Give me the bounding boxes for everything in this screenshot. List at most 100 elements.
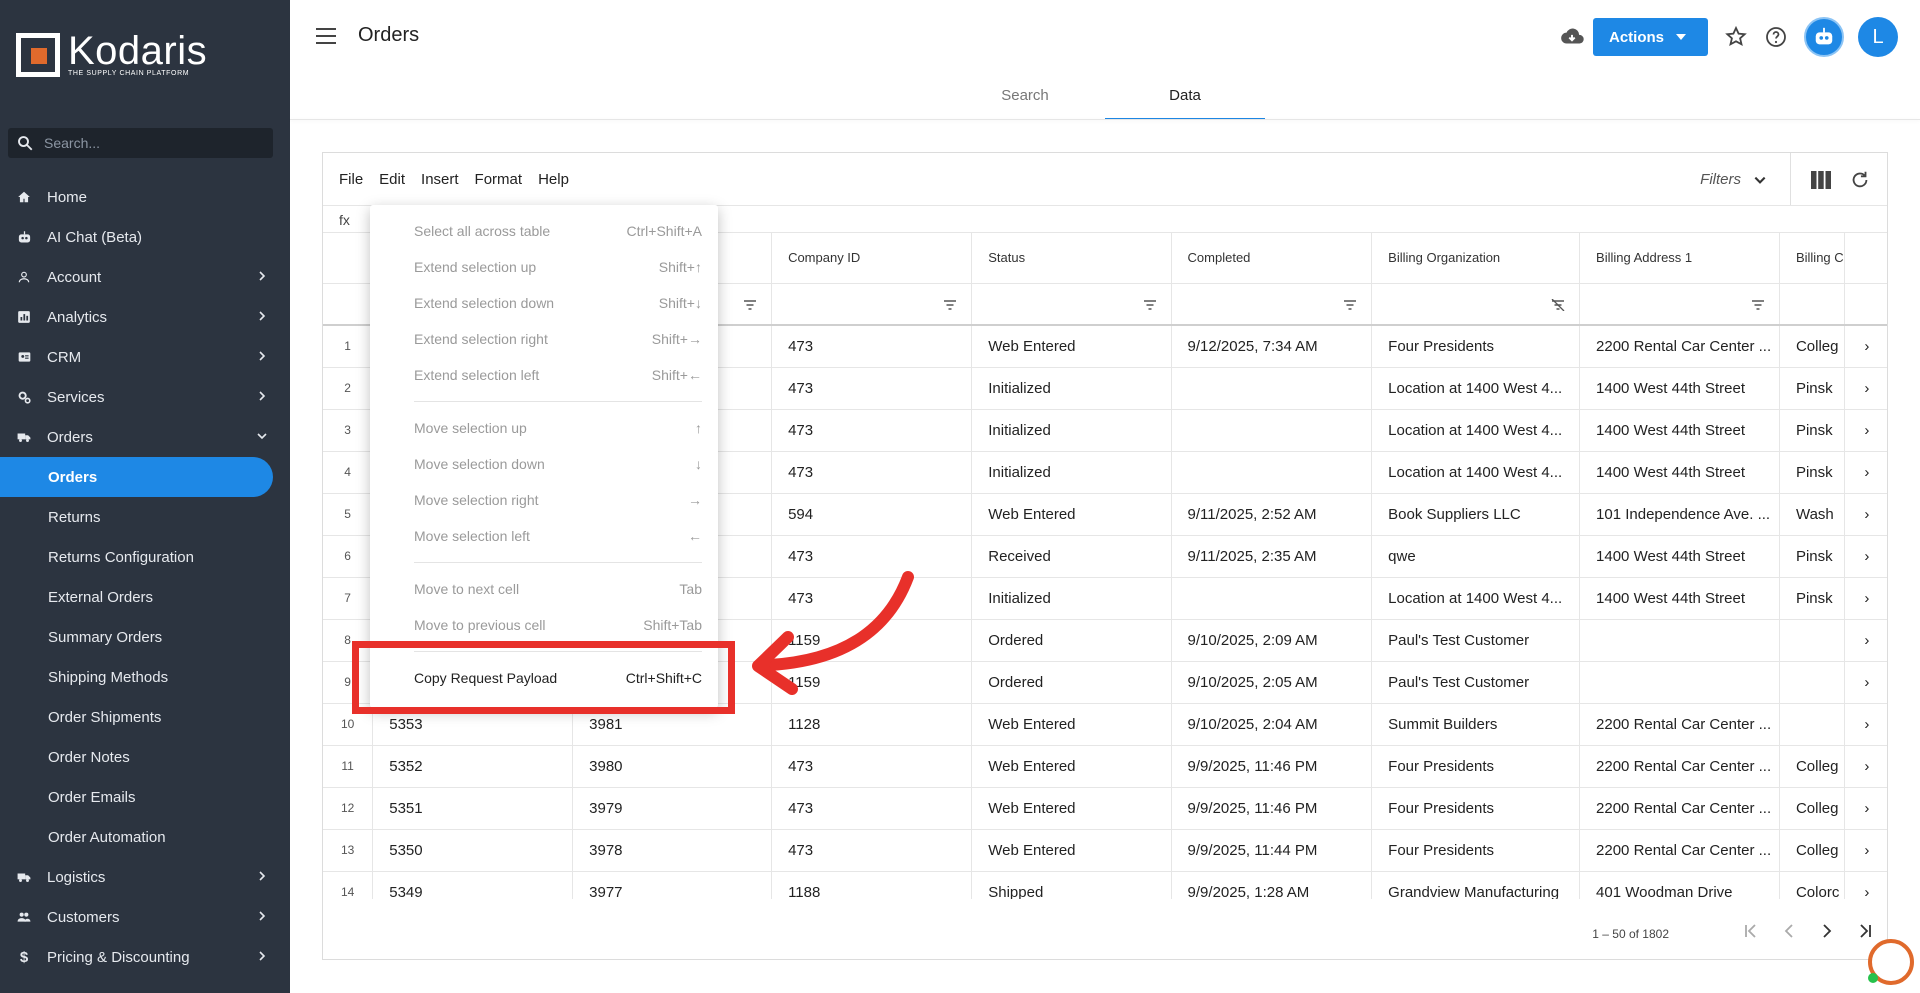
sidebar-subitem-summary-orders[interactable]: Summary Orders	[0, 617, 290, 657]
menu-item-select-all[interactable]: Select all across table Ctrl+Shift+A	[370, 213, 718, 249]
sidebar-item-logistics[interactable]: Logistics	[0, 857, 290, 897]
column-header-status[interactable]: Status	[971, 233, 1172, 284]
user-avatar[interactable]: L	[1858, 17, 1898, 57]
columns-icon[interactable]	[1811, 171, 1831, 189]
kodaris-logo[interactable]: Kodaris THE SUPPLY CHAIN PLATFORM	[16, 31, 207, 77]
caret-down-icon	[1676, 34, 1686, 40]
menu-item-extend-left[interactable]: Extend selection left Shift+←	[370, 357, 718, 393]
row-open-chevron-icon[interactable]: ›	[1844, 451, 1887, 494]
row-open-chevron-icon[interactable]: ›	[1844, 703, 1887, 746]
page-title: Orders	[358, 24, 420, 46]
row-open-chevron-icon[interactable]: ›	[1844, 871, 1887, 899]
robot-icon	[16, 229, 32, 245]
last-page-icon[interactable]	[1857, 923, 1873, 939]
table-row[interactable]: 11 5352 3980 473 Web Entered 9/9/2025, 11:46 …	[323, 745, 1887, 788]
refresh-icon[interactable]	[1849, 169, 1871, 191]
filter-icon[interactable]	[1751, 299, 1765, 311]
menu-item-move-down[interactable]: Move selection down ↓	[370, 446, 718, 482]
support-chat-bubble[interactable]	[1868, 939, 1914, 985]
filter-icon[interactable]	[1343, 299, 1357, 311]
row-open-chevron-icon[interactable]: ›	[1844, 577, 1887, 620]
menu-insert[interactable]: Insert	[421, 171, 459, 188]
row-open-chevron-icon[interactable]: ›	[1844, 493, 1887, 536]
sidebar-subitem-order-emails[interactable]: Order Emails	[0, 777, 290, 817]
column-header-billing-organization[interactable]: Billing Organization	[1371, 233, 1581, 284]
filters-dropdown[interactable]: Filters	[1700, 171, 1767, 188]
row-open-chevron-icon[interactable]: ›	[1844, 535, 1887, 578]
menu-item-previous-cell[interactable]: Move to previous cell Shift+Tab	[370, 607, 718, 643]
table-row[interactable]: 12 5351 3979 473 Web Entered 9/9/2025, 11:46 …	[323, 787, 1887, 830]
sidebar-subitem-order-automation[interactable]: Order Automation	[0, 817, 290, 857]
row-open-chevron-icon[interactable]: ›	[1844, 325, 1887, 368]
column-header-billing-city[interactable]: Billing C	[1779, 233, 1845, 284]
menu-item-extend-down[interactable]: Extend selection down Shift+↓	[370, 285, 718, 321]
menu-edit[interactable]: Edit	[379, 171, 405, 188]
pagination-range: 1 – 50 of 1802	[1592, 927, 1669, 941]
ai-assistant-button[interactable]	[1804, 17, 1844, 57]
menu-item-move-left[interactable]: Move selection left ←	[370, 518, 718, 554]
sidebar-item-crm[interactable]: CRM	[0, 337, 290, 377]
sidebar-item-pricing[interactable]: $ Pricing & Discounting	[0, 937, 290, 977]
filter-icon[interactable]	[943, 299, 957, 311]
robot-icon	[1815, 27, 1833, 45]
actions-button[interactable]: Actions	[1592, 18, 1708, 56]
first-page-icon[interactable]	[1743, 923, 1759, 939]
menu-item-next-cell[interactable]: Move to next cell Tab	[370, 571, 718, 607]
filter-icon[interactable]	[1143, 299, 1157, 311]
column-filter[interactable]	[1171, 283, 1373, 326]
sidebar-subitem-returns[interactable]: Returns	[0, 497, 290, 537]
sidebar-subitem-shipping-methods[interactable]: Shipping Methods	[0, 657, 290, 697]
row-open-chevron-icon[interactable]: ›	[1844, 661, 1887, 704]
table-row[interactable]: 14 5349 3977 1188 Shipped 9/9/2025, 1:28 AM Gr…	[323, 871, 1887, 899]
sidebar-subitem-external-orders[interactable]: External Orders	[0, 577, 290, 617]
tab-search[interactable]: Search	[945, 80, 1105, 120]
cloud-download-icon[interactable]	[1559, 24, 1585, 50]
tab-data[interactable]: Data	[1105, 80, 1265, 120]
row-open-chevron-icon[interactable]: ›	[1844, 409, 1887, 452]
menu-item-extend-right[interactable]: Extend selection right Shift+→	[370, 321, 718, 357]
table-row[interactable]: 13 5350 3978 473 Web Entered 9/9/2025, 11:44 …	[323, 829, 1887, 872]
filter-icon[interactable]	[743, 299, 757, 311]
menu-toggle-icon[interactable]	[316, 28, 336, 44]
filter-off-icon[interactable]	[1551, 298, 1565, 311]
column-filter[interactable]	[1371, 283, 1581, 326]
sidebar-item-orders[interactable]: Orders	[0, 417, 290, 457]
row-open-chevron-icon[interactable]: ›	[1844, 745, 1887, 788]
sidebar-subitem-returns-configuration[interactable]: Returns Configuration	[0, 537, 290, 577]
column-filter[interactable]	[1779, 283, 1845, 326]
column-header-completed[interactable]: Completed	[1171, 233, 1373, 284]
column-filter[interactable]	[971, 283, 1172, 326]
sidebar-item-ai-chat[interactable]: AI Chat (Beta)	[0, 217, 290, 257]
previous-page-icon[interactable]	[1781, 923, 1797, 939]
sidebar-item-services[interactable]: Services	[0, 377, 290, 417]
menu-item-extend-up[interactable]: Extend selection up Shift+↑	[370, 249, 718, 285]
help-icon[interactable]	[1764, 25, 1788, 49]
menu-format[interactable]: Format	[475, 171, 523, 188]
sidebar-subitem-order-notes[interactable]: Order Notes	[0, 737, 290, 777]
sidebar-subitem-orders[interactable]: Orders	[0, 457, 273, 497]
menu-divider	[414, 401, 702, 402]
menu-item-move-up[interactable]: Move selection up ↑	[370, 410, 718, 446]
row-open-chevron-icon[interactable]: ›	[1844, 787, 1887, 830]
row-open-chevron-icon[interactable]: ›	[1844, 367, 1887, 410]
column-header-company-id[interactable]: Company ID	[771, 233, 973, 284]
truck-icon	[16, 869, 32, 885]
row-open-chevron-icon[interactable]: ›	[1844, 619, 1887, 662]
next-page-icon[interactable]	[1819, 923, 1835, 939]
menu-help[interactable]: Help	[538, 171, 569, 188]
sidebar-item-account[interactable]: Account	[0, 257, 290, 297]
menu-file[interactable]: File	[339, 171, 363, 188]
sidebar-subitem-order-shipments[interactable]: Order Shipments	[0, 697, 290, 737]
sidebar-search-input[interactable]	[44, 135, 264, 151]
sidebar-item-analytics[interactable]: Analytics	[0, 297, 290, 337]
sidebar-item-customers[interactable]: Customers	[0, 897, 290, 937]
row-open-chevron-icon[interactable]: ›	[1844, 829, 1887, 872]
column-filter[interactable]	[1579, 283, 1780, 326]
truck-icon	[16, 429, 32, 445]
contact-card-icon	[16, 349, 32, 365]
star-icon[interactable]	[1724, 25, 1748, 49]
sidebar-item-home[interactable]: Home	[0, 177, 290, 217]
column-header-billing-address-1[interactable]: Billing Address 1	[1579, 233, 1780, 284]
column-filter[interactable]	[771, 283, 973, 326]
menu-item-move-right[interactable]: Move selection right →	[370, 482, 718, 518]
